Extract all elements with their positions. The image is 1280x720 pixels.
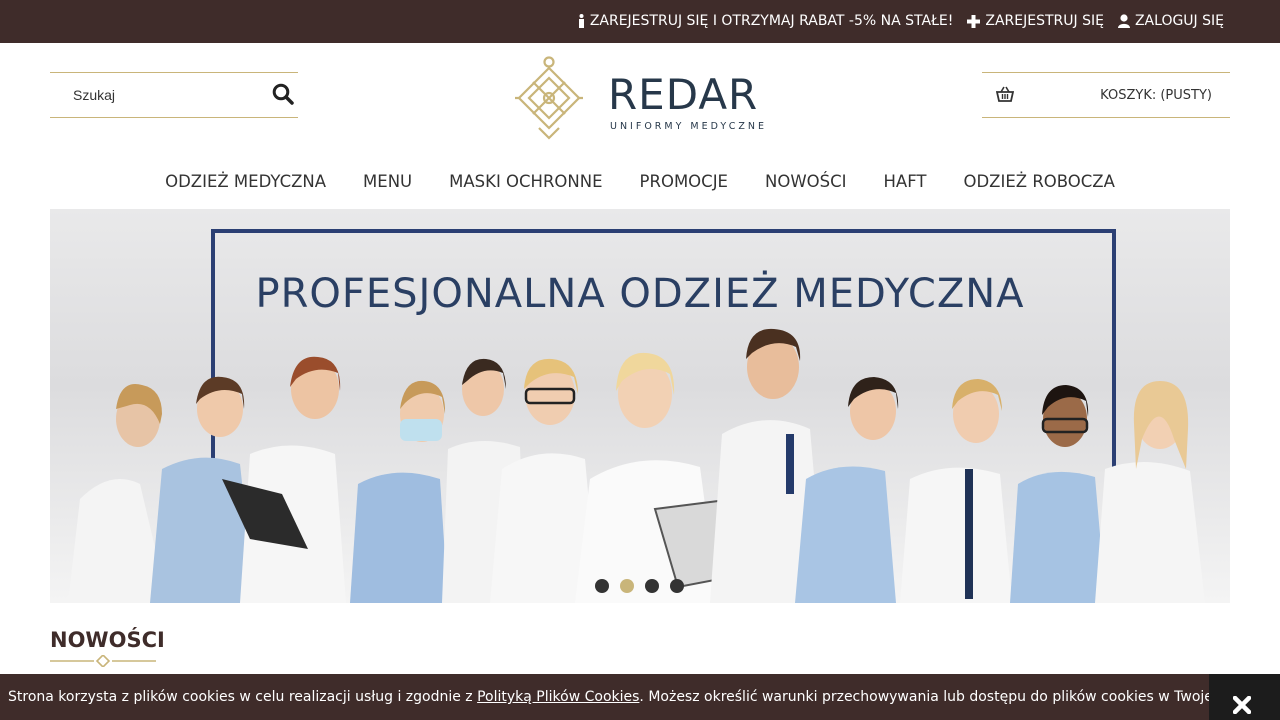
nav-item-promocje[interactable]: PROMOCJE <box>621 172 746 191</box>
search-icon <box>272 83 294 105</box>
search-input[interactable] <box>50 73 260 117</box>
cookie-policy-link[interactable]: Polityką Plików Cookies <box>477 689 639 705</box>
top-bar-links: ZAREJESTRUJ SIĘ I OTRZYMAJ RABAT -5% NA … <box>578 13 1224 29</box>
nav-item-maski-ochronne[interactable]: MASKI OCHRONNE <box>431 172 621 191</box>
cookie-text-before: Strona korzysta z plików cookies w celu … <box>8 689 478 705</box>
nav-item-menu[interactable]: MENU <box>345 172 431 191</box>
basket-icon <box>996 86 1014 102</box>
register-link[interactable]: ZAREJESTRUJ SIĘ <box>967 13 1104 29</box>
close-icon <box>1233 696 1251 714</box>
plus-icon <box>967 14 981 28</box>
main-nav: ODZIEŻ MEDYCZNA MENU MASKI OCHRONNE PROM… <box>0 172 1280 191</box>
slider-dot-2[interactable] <box>620 579 634 593</box>
cookie-close-button[interactable] <box>1209 674 1280 720</box>
title-underline-ornament <box>50 655 156 667</box>
nav-item-odziez-robocza[interactable]: ODZIEŻ ROBOCZA <box>945 172 1133 191</box>
cookie-text-after: . Możesz określić warunki przechowywania… <box>639 689 1280 705</box>
register-promo-link[interactable]: ZAREJESTRUJ SIĘ I OTRZYMAJ RABAT -5% NA … <box>578 13 954 29</box>
register-label: ZAREJESTRUJ SIĘ <box>985 13 1104 29</box>
medical-staff-photo <box>68 328 1205 603</box>
logo-tagline: UNIFORMY MEDYCZNE <box>610 121 767 132</box>
site-logo[interactable]: REDAR UNIFORMY MEDYCZNE <box>513 56 773 142</box>
info-icon <box>578 14 584 28</box>
slider-dot-1[interactable] <box>595 579 609 593</box>
logo-brand: REDAR <box>608 70 759 119</box>
user-icon <box>1117 14 1130 28</box>
slider-dots <box>595 579 684 593</box>
login-link[interactable]: ZALOGUJ SIĘ <box>1117 13 1224 29</box>
search-box <box>50 72 298 118</box>
register-promo-text: ZAREJESTRUJ SIĘ I OTRZYMAJ RABAT -5% NA … <box>589 13 954 29</box>
search-button[interactable] <box>272 83 296 107</box>
section-title: NOWOŚCI <box>50 628 165 652</box>
nav-item-odziez-medyczna[interactable]: ODZIEŻ MEDYCZNA <box>147 172 345 191</box>
cart-label: KOSZYK: (PUSTY) <box>1100 88 1212 103</box>
hero-banner[interactable]: PROFESJONALNA ODZIEŻ MEDYCZNA <box>50 209 1230 603</box>
nav-item-nowosci[interactable]: NOWOŚCI <box>747 172 866 191</box>
nav-item-haft[interactable]: HAFT <box>865 172 945 191</box>
slider-dot-3[interactable] <box>645 579 659 593</box>
login-label: ZALOGUJ SIĘ <box>1134 13 1224 29</box>
top-bar: ZAREJESTRUJ SIĘ I OTRZYMAJ RABAT -5% NA … <box>0 0 1280 43</box>
logo-emblem-icon <box>515 56 583 140</box>
cookie-message: Strona korzysta z plików cookies w celu … <box>8 689 1280 705</box>
cookie-bar: Strona korzysta z plików cookies w celu … <box>0 674 1280 720</box>
slider-dot-4[interactable] <box>670 579 684 593</box>
cart-box[interactable]: KOSZYK: (PUSTY) <box>982 72 1230 118</box>
